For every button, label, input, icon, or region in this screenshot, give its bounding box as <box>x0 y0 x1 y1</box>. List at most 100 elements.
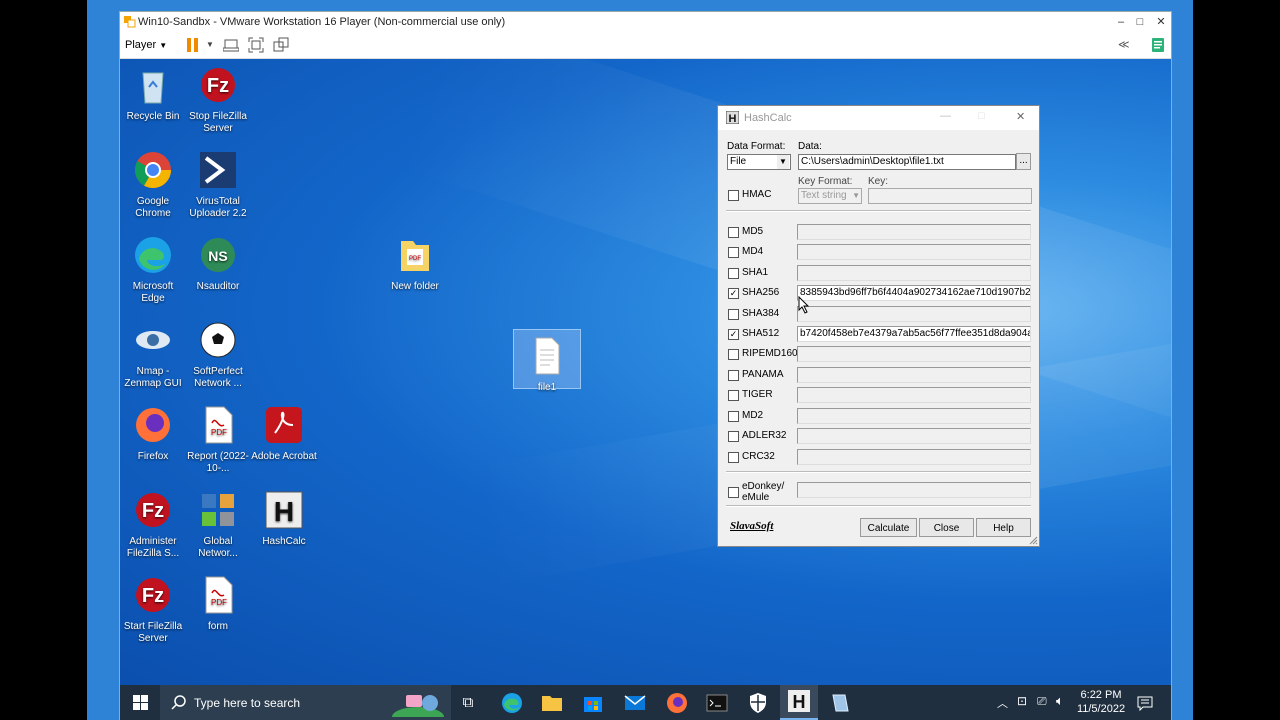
unity-icon[interactable] <box>273 37 289 53</box>
close-button[interactable]: ✕ <box>1150 14 1172 30</box>
data-format-select[interactable]: File ▼ <box>727 154 791 170</box>
sha1-hash-field[interactable] <box>797 265 1031 281</box>
tiger-hash-field[interactable] <box>797 387 1031 403</box>
sha512-checkbox[interactable]: ✓ <box>728 329 739 340</box>
ripemd160-hash-field[interactable] <box>797 346 1031 362</box>
algorithm-label: SHA1 <box>742 267 769 278</box>
chevron-up-icon[interactable]: ︿ <box>997 695 1008 711</box>
resize-grip-icon[interactable] <box>1029 536 1038 545</box>
desktop-icon-edge[interactable]: Microsoft Edge <box>120 229 186 305</box>
collapse-toolbar-icon[interactable]: ≪ <box>1118 38 1130 51</box>
sha384-hash-field[interactable] <box>797 306 1031 322</box>
desktop-icon-firefox[interactable]: Firefox <box>120 399 186 463</box>
terminal-icon[interactable] <box>705 691 729 715</box>
desktop-icon-label: Global Networ... <box>198 536 238 559</box>
adler32-checkbox[interactable] <box>728 431 739 442</box>
adler32-hash-field[interactable] <box>797 428 1031 444</box>
desktop-icon-report-pdf[interactable]: PDF Report (2022-10-... <box>185 399 251 475</box>
device-icon[interactable]: ⊡ <box>1017 694 1027 708</box>
hashcalc-app-icon: H <box>726 111 739 124</box>
notification-icon[interactable] <box>1137 695 1153 711</box>
firefox-taskbar-icon[interactable] <box>665 691 689 715</box>
data-input[interactable]: C:\Users\admin\Desktop\file1.txt <box>798 154 1016 170</box>
pause-icon[interactable] <box>186 38 200 52</box>
maximize-button[interactable]: □ <box>1129 14 1151 30</box>
md2-checkbox[interactable] <box>728 411 739 422</box>
send-keys-icon[interactable] <box>223 37 239 53</box>
desktop-icon-nsauditor[interactable]: NS Nsauditor <box>185 229 251 293</box>
virustotal-icon <box>200 152 236 188</box>
tiger-checkbox[interactable] <box>728 390 739 401</box>
md2-hash-field[interactable] <box>797 408 1031 424</box>
sha1-checkbox[interactable] <box>728 268 739 279</box>
ripemd160-checkbox[interactable] <box>728 349 739 360</box>
minimize-button[interactable]: — <box>940 110 951 122</box>
edonkey-row: eDonkey/ eMule <box>726 479 1031 503</box>
vmware-toolbar: Player ▼ ▼ ≪ <box>120 33 1171 59</box>
player-menu[interactable]: Player ▼ <box>125 39 167 51</box>
crc32-checkbox[interactable] <box>728 452 739 463</box>
search-placeholder: Type here to search <box>194 696 301 710</box>
windows-start-icon[interactable] <box>133 695 148 710</box>
edonkey-checkbox[interactable] <box>728 487 739 498</box>
hashcalc-icon: H <box>265 491 303 529</box>
hmac-checkbox[interactable] <box>728 190 739 201</box>
fullscreen-icon[interactable] <box>248 37 264 53</box>
panama-hash-field[interactable] <box>797 367 1031 383</box>
md5-hash-field[interactable] <box>797 224 1031 240</box>
desktop-icon-start-filezilla[interactable]: Fz Start FileZilla Server <box>120 569 186 645</box>
desktop-icon-chrome[interactable]: Google Chrome <box>120 144 186 220</box>
volume-icon[interactable]: 🔈︎ <box>1056 693 1064 709</box>
sha512-hash-field[interactable]: b7420f458eb7e4379a7ab5ac56f77ffee351d8da… <box>797 326 1031 342</box>
md4-hash-field[interactable] <box>797 244 1031 260</box>
md4-checkbox[interactable] <box>728 247 739 258</box>
close-dialog-button[interactable]: Close <box>919 518 974 537</box>
hashcalc-taskbar-button[interactable]: H <box>780 685 818 720</box>
clock[interactable]: 6:22 PM 11/5/2022 <box>1076 688 1126 716</box>
edonkey-hash-field[interactable] <box>797 482 1031 498</box>
algorithm-label: SHA512 <box>742 328 780 339</box>
desktop-icon-new-folder[interactable]: PDF New folder <box>382 229 448 293</box>
chevron-down-icon: ▼ <box>852 191 860 200</box>
search-box[interactable]: Type here to search <box>160 685 451 720</box>
desktop-icon-nmap[interactable]: Nmap - Zenmap GUI <box>120 314 186 390</box>
svg-text:PDF: PDF <box>409 256 421 262</box>
sha256-hash-field[interactable]: 8385943bd96ff7b6f4404a902734162ae710d190… <box>797 285 1031 301</box>
key-format-label: Key Format: <box>798 176 853 187</box>
desktop-icon-global-network[interactable]: Global Networ... <box>185 484 251 560</box>
desktop-icon-stop-filezilla[interactable]: Fz Stop FileZilla Server <box>185 59 251 135</box>
sha256-checkbox[interactable]: ✓ <box>728 288 739 299</box>
key-format-value: Text string <box>801 190 847 201</box>
close-button[interactable]: ✕ <box>1016 110 1025 123</box>
vmware-title: Win10-Sandbx - VMware Workstation 16 Pla… <box>138 16 506 28</box>
calculate-button[interactable]: Calculate <box>860 518 917 537</box>
file-explorer-icon[interactable] <box>540 691 564 715</box>
store-icon[interactable] <box>581 691 605 715</box>
crc32-hash-field[interactable] <box>797 449 1031 465</box>
network-icon[interactable]: ⎚ <box>1037 694 1047 709</box>
edge-taskbar-icon[interactable] <box>500 691 524 715</box>
sha384-checkbox[interactable] <box>728 309 739 320</box>
svg-text:H: H <box>793 692 806 712</box>
browse-button[interactable]: ... <box>1016 153 1031 170</box>
panama-checkbox[interactable] <box>728 370 739 381</box>
desktop-icon-hashcalc[interactable]: H HashCalc <box>251 484 317 548</box>
taskbar: Type here to search ⧉ H ︿ ⊡ ⎚ 🔈︎ 6:22 PM… <box>120 685 1171 720</box>
security-shield-icon[interactable] <box>746 691 770 715</box>
desktop-icon-recycle-bin[interactable]: Recycle Bin <box>120 59 186 123</box>
md5-checkbox[interactable] <box>728 227 739 238</box>
desktop-icon-softperfect[interactable]: SoftPerfect Network ... <box>185 314 251 390</box>
desktop-icon-form-pdf[interactable]: PDF form <box>185 569 251 633</box>
desktop-icon-adobe-acrobat[interactable]: Adobe Acrobat <box>251 399 317 463</box>
help-button[interactable]: Help <box>976 518 1031 537</box>
maximize-button[interactable]: □ <box>978 110 985 122</box>
desktop-icon-virustotal[interactable]: VirusTotal Uploader 2.2 <box>185 144 251 220</box>
vmware-taskbar-icon[interactable] <box>828 691 852 715</box>
desktop-icon-administer-filezilla[interactable]: Fz Administer FileZilla S... <box>120 484 186 560</box>
pause-dropdown-icon[interactable]: ▼ <box>206 40 214 49</box>
desktop-icon-file1[interactable]: file1 <box>513 329 581 393</box>
algorithm-row: SHA1 <box>726 265 1031 281</box>
task-view-icon[interactable]: ⧉ <box>456 691 480 715</box>
library-icon[interactable] <box>1150 37 1166 53</box>
mail-icon[interactable] <box>623 691 647 715</box>
